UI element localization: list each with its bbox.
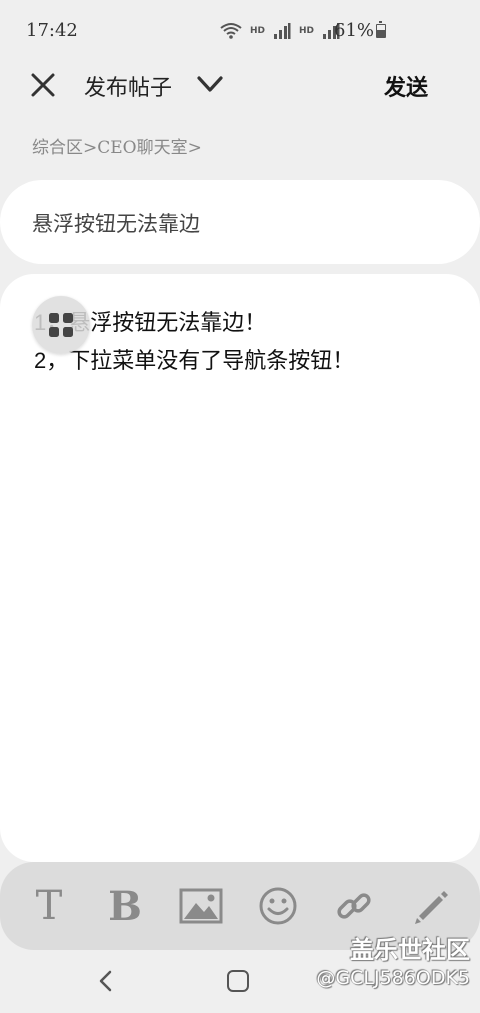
bold-button[interactable]: B — [102, 882, 148, 930]
battery-percent: 61% — [334, 20, 375, 41]
watermark-user: @GCLJ586ODK5 — [316, 967, 470, 989]
draw-button[interactable] — [408, 884, 454, 928]
wifi-icon — [220, 23, 242, 39]
signal-icon — [274, 23, 291, 39]
watermark: 盖乐世社区 @GCLJ586ODK5 — [316, 930, 470, 989]
emoji-icon — [259, 887, 297, 925]
emoji-button[interactable] — [255, 884, 301, 928]
text-style-button[interactable]: T — [26, 883, 72, 929]
nav-home-button[interactable] — [227, 970, 249, 992]
chevron-left-icon — [99, 970, 112, 992]
nav-back-button[interactable] — [94, 966, 118, 996]
insert-link-button[interactable] — [331, 884, 377, 928]
close-button[interactable] — [28, 70, 58, 100]
status-time: 17:42 — [26, 20, 78, 41]
post-title-field[interactable]: 悬浮按钮无法靠边 — [0, 180, 480, 264]
top-bar: 发布帖子 发送 — [0, 60, 480, 110]
insert-image-button[interactable] — [178, 884, 224, 928]
text-icon: T — [35, 883, 63, 929]
page-title: 发布帖子 — [84, 76, 173, 101]
chevron-down-icon — [197, 76, 223, 92]
network-label: HD — [299, 26, 315, 36]
network-label: HD — [250, 26, 266, 36]
status-bar: 17:42 HD HD 61% — [0, 0, 480, 60]
pencil-icon — [415, 891, 448, 924]
link-icon — [337, 893, 371, 919]
watermark-brand: 盖乐世社区 — [350, 936, 470, 964]
status-icons: HD HD — [220, 22, 340, 40]
breadcrumb[interactable]: 综合区>CEO聊天室> — [32, 133, 202, 158]
close-icon — [31, 73, 55, 97]
post-title-text: 悬浮按钮无法靠边 — [32, 212, 200, 236]
send-button[interactable]: 发送 — [384, 70, 428, 102]
bold-icon: B — [108, 882, 142, 930]
floating-menu-button[interactable] — [32, 296, 90, 354]
grid-icon — [49, 313, 73, 337]
post-body-editor[interactable]: 1，悬浮按钮无法靠边！ 2，下拉菜单没有了导航条按钮！ — [0, 274, 480, 862]
title-dropdown-button[interactable] — [196, 72, 224, 96]
battery-icon — [376, 21, 386, 38]
image-icon — [179, 888, 223, 924]
body-line: 2，下拉菜单没有了导航条按钮！ — [34, 348, 355, 373]
